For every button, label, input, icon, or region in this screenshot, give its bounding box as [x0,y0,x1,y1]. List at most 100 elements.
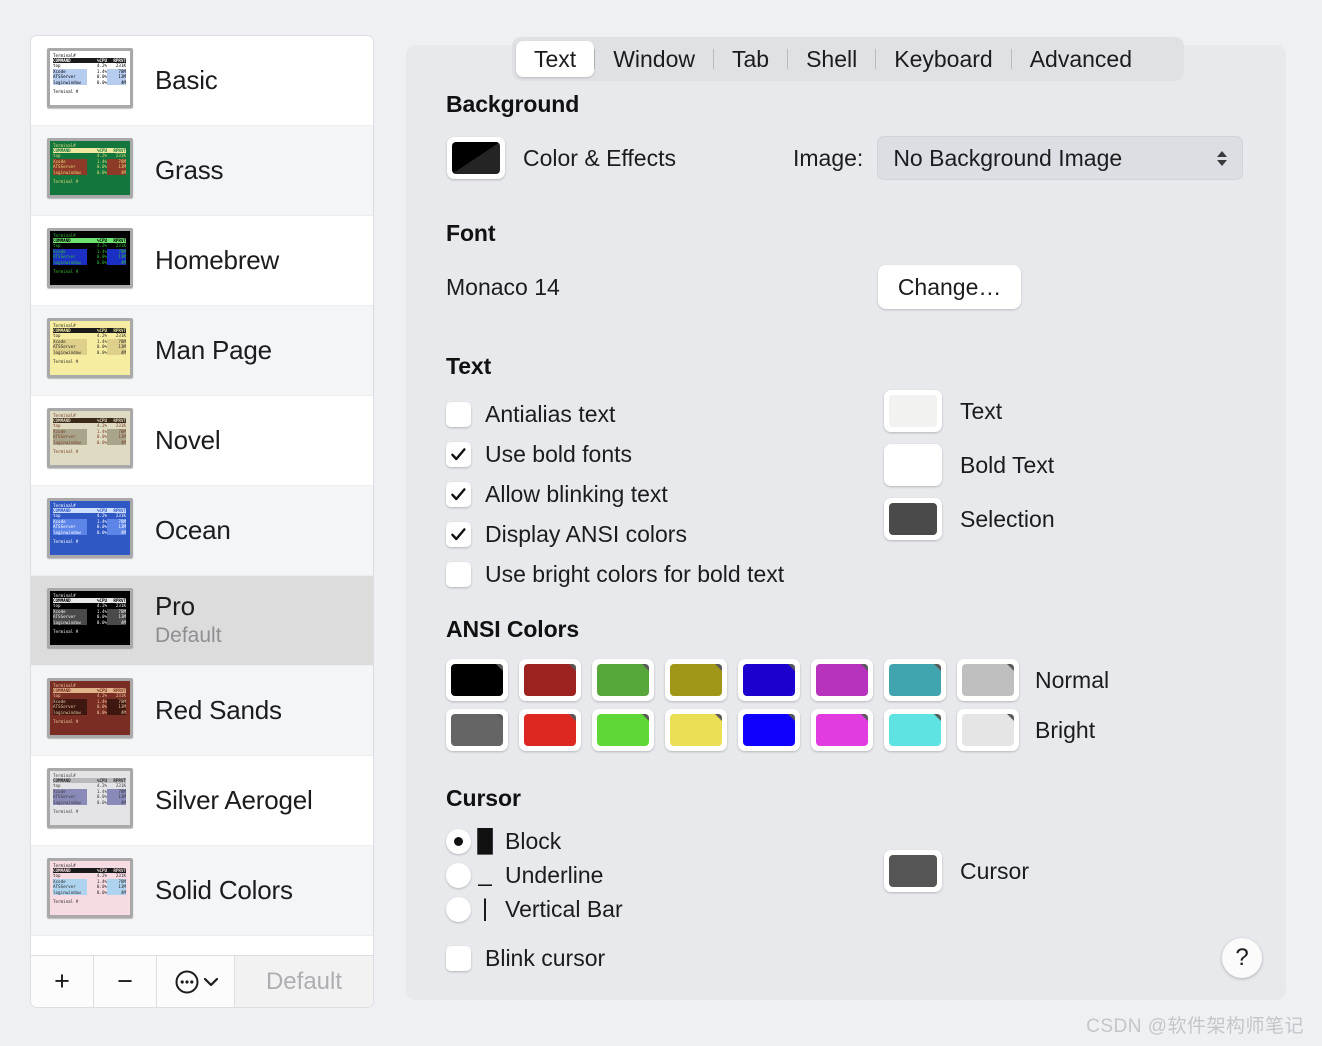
ansi-color-swatch[interactable] [884,659,946,701]
background-image-popup-button[interactable]: No Background Image [877,136,1244,180]
ellipsis-circle-icon [175,970,198,993]
ansi-color-swatch[interactable] [665,709,727,751]
blink-cursor-checkbox[interactable]: Blink cursor [446,938,876,978]
text-color-well-group[interactable]: Text Bold Text Selection [884,390,1055,552]
color-well[interactable] [957,709,1019,751]
checkbox-box[interactable] [446,481,471,507]
tab-bar[interactable]: Text Window Tab Shell Keyboard Advanced [512,37,1184,81]
text-option-checkbox[interactable]: Allow blinking text [446,474,876,514]
profile-name: Basic [155,65,218,96]
profile-row[interactable]: Terminal# COMMAND %CPU RPRVT top 4.2% 231K Xcod… [31,306,373,396]
color-well-label: Bold Text [960,451,1055,478]
ansi-color-swatch[interactable] [592,709,654,751]
tab-advanced[interactable]: Advanced [1012,41,1150,77]
profile-row[interactable]: Terminal# COMMAND %CPU RPRVT top 4.2% 231K Xcod… [31,666,373,756]
cursor-style-radio[interactable]: | Vertical Bar [446,892,876,926]
color-well[interactable] [738,659,800,701]
profile-name: Solid Colors [155,875,293,906]
change-font-button[interactable]: Change… [877,265,1022,309]
color-well[interactable] [446,709,508,751]
text-option-checkbox[interactable]: Display ANSI colors [446,514,876,554]
ansi-color-swatch[interactable] [957,659,1019,701]
color-well[interactable] [665,709,727,751]
color-well[interactable] [592,659,654,701]
cursor-color-well[interactable] [884,850,942,892]
blink-cursor-box[interactable] [446,945,471,971]
profile-row[interactable]: Terminal# COMMAND %CPU RPRVT top 4.2% 231K Xcod… [31,846,373,936]
color-well[interactable] [738,709,800,751]
ansi-color-swatch[interactable] [519,709,581,751]
cursor-glyph-icon: | [481,895,489,922]
tab-window[interactable]: Window [595,41,713,77]
profile-name: Silver Aerogel [155,785,313,816]
ansi-color-swatch[interactable] [446,709,508,751]
color-well[interactable] [884,659,946,701]
checkbox-box[interactable] [446,441,471,467]
color-well[interactable] [446,659,508,701]
profile-name: Red Sands [155,695,282,726]
color-well[interactable] [811,659,873,701]
cursor-style-radio[interactable]: _ Underline [446,858,876,892]
radio-button[interactable] [446,896,471,922]
ansi-normal-swatches[interactable] [446,659,1019,701]
color-well[interactable] [957,659,1019,701]
ansi-color-swatch[interactable] [811,659,873,701]
ansi-color-swatch[interactable] [738,709,800,751]
checkbox-box[interactable] [446,401,471,427]
text-checkbox-group[interactable]: Antialias text Use bold fonts Allow blinki… [446,394,876,594]
text-option-checkbox[interactable]: Use bright colors for bold text [446,554,876,594]
thumbnail-shadow [57,107,143,115]
help-button[interactable]: ? [1222,938,1262,978]
color-well[interactable] [811,709,873,751]
ansi-color-swatch[interactable] [884,709,946,751]
text-option-checkbox[interactable]: Antialias text [446,394,876,434]
profile-row[interactable]: Terminal# COMMAND %CPU RPRVT top 4.2% 231K Xcod… [31,396,373,486]
color-well[interactable] [884,444,942,486]
color-well[interactable] [592,709,654,751]
tab-shell[interactable]: Shell [788,41,875,77]
profile-row[interactable]: Terminal# COMMAND %CPU RPRVT top 4.2% 231K Xcod… [31,576,373,666]
profile-row[interactable]: Terminal# COMMAND %CPU RPRVT top 4.2% 231K Xcod… [31,36,373,126]
cursor-style-radio[interactable]: █ Block [446,824,876,858]
tab-tab[interactable]: Tab [714,41,787,77]
color-well[interactable] [884,390,942,432]
swatch-notch-icon [569,664,576,671]
color-well[interactable] [665,659,727,701]
ansi-color-swatch[interactable] [592,659,654,701]
color-well[interactable] [884,498,942,540]
set-default-button[interactable]: Default [235,956,373,1007]
ansi-color-swatch[interactable] [519,659,581,701]
color-well[interactable] [519,709,581,751]
radio-button[interactable] [446,862,471,888]
radio-dot [454,836,463,846]
text-option-checkbox[interactable]: Use bold fonts [446,434,876,474]
background-color-well[interactable] [447,137,505,179]
profile-actions-menu-button[interactable] [157,956,235,1007]
ansi-color-swatch[interactable] [738,659,800,701]
ansi-color-swatch[interactable] [665,659,727,701]
tab-keyboard[interactable]: Keyboard [876,41,1010,77]
profile-row[interactable]: Terminal# COMMAND %CPU RPRVT top 4.2% 231K Xcod… [31,756,373,846]
cursor-style-radio-group[interactable]: █ Block _ Underline | Vertical Bar [446,824,876,926]
profile-thumbnail: Terminal# COMMAND %CPU RPRVT top 4.2% 231K Xcod… [47,407,143,475]
profile-thumbnail: Terminal# COMMAND %CPU RPRVT top 4.2% 231K Xcod… [47,677,143,745]
checkbox-box[interactable] [446,521,471,547]
profile-row[interactable]: Terminal# COMMAND %CPU RPRVT top 4.2% 231K Xcod… [31,126,373,216]
add-profile-button[interactable]: + [31,956,94,1007]
profile-list[interactable]: Terminal# COMMAND %CPU RPRVT top 4.2% 231K Xcod… [31,36,373,955]
minus-icon: − [117,966,133,996]
tab-text[interactable]: Text [516,41,595,77]
remove-profile-button[interactable]: − [94,956,157,1007]
color-well[interactable] [884,709,946,751]
ansi-color-swatch[interactable] [957,709,1019,751]
ansi-bright-swatches[interactable] [446,709,1019,751]
cursor-options-row: █ Block _ Underline | Vertical Bar Blink curs… [446,824,1262,978]
profile-row[interactable]: Terminal# COMMAND %CPU RPRVT top 4.2% 231K Xcod… [31,486,373,576]
checkbox-box[interactable] [446,561,471,587]
question-mark-icon: ? [1235,944,1249,971]
ansi-color-swatch[interactable] [811,709,873,751]
profile-row[interactable]: Terminal# COMMAND %CPU RPRVT top 4.2% 231K Xcod… [31,216,373,306]
ansi-color-swatch[interactable] [446,659,508,701]
radio-button[interactable] [446,828,471,854]
color-well[interactable] [519,659,581,701]
